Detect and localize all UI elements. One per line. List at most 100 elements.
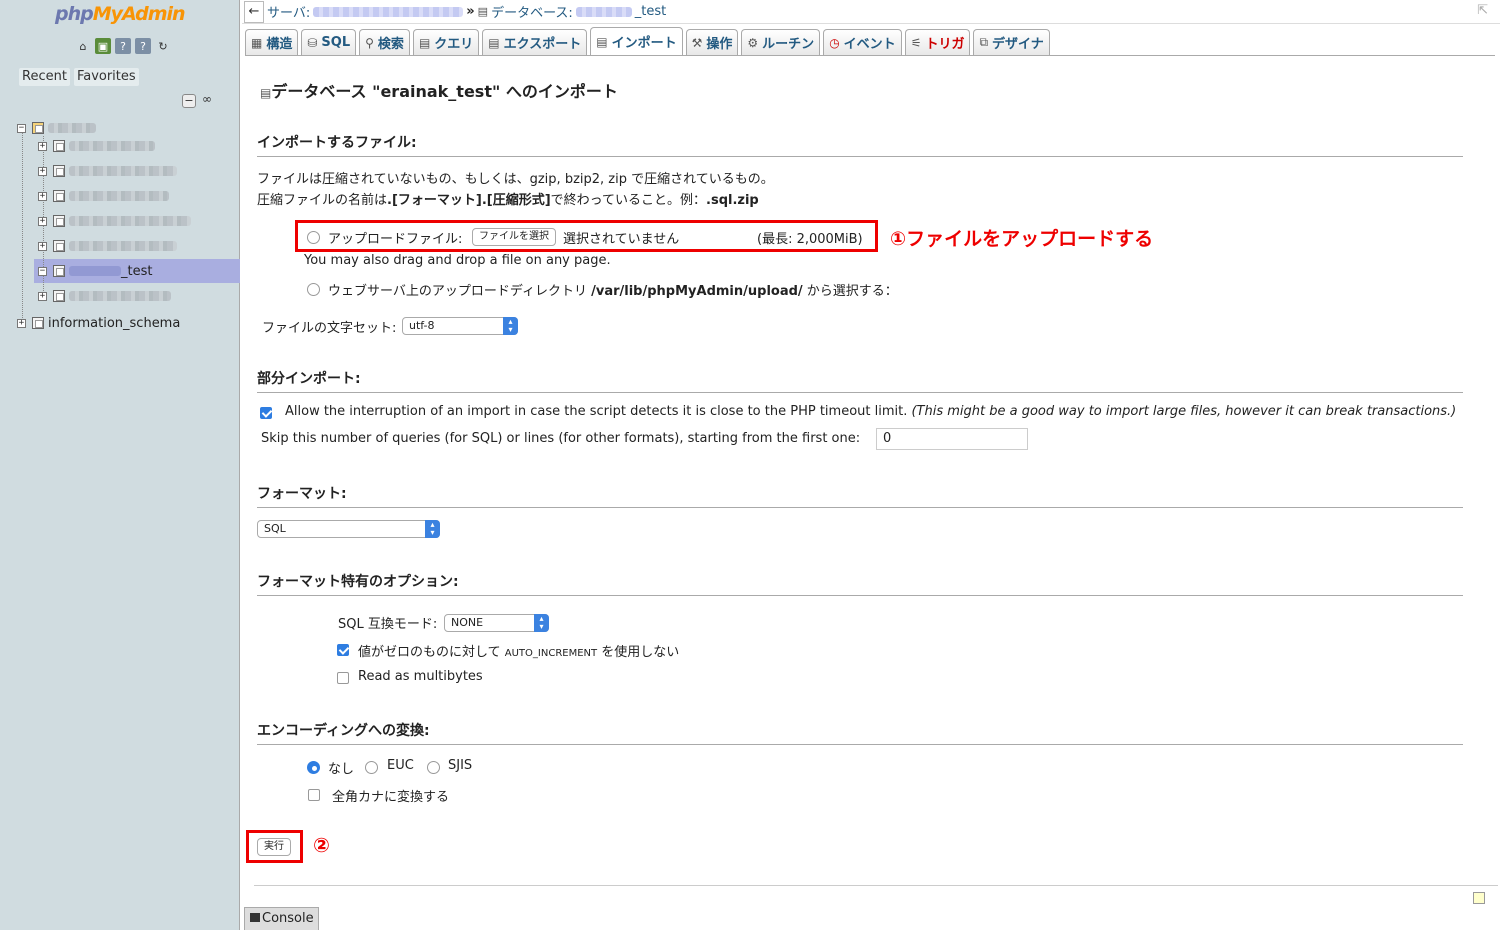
read-multibytes-label: Read as multibytes [358,669,483,684]
redacted-name [48,123,96,133]
collapse-icon[interactable]: − [17,123,26,133]
database-icon: ▤ [260,86,272,100]
sql-compat-label: SQL 互換モード: [338,617,438,632]
file-description-1: ファイルは圧縮されていないもの、もしくは、gzip, bzip2, zip で圧… [257,172,774,187]
section-encoding: エンコーディングへの変換: [257,720,1463,745]
tab-operations[interactable]: ⚒ 操作 [685,29,739,55]
skip-queries-label: Skip this number of queries (for SQL) or… [261,431,861,446]
tab-events[interactable]: ◷ イベント [823,29,902,55]
redacted-db [575,6,632,17]
tab-bar: ▦ 構造 ⛁ SQL ⚲ 検索 ▤ クエリ ▤ エクスポート ▤ インポート ⚒ 操作 ⚙ ルー… [245,27,1050,55]
top-breadcrumb-bar: ← サーバ: » ▤ データベース: _test ⇱ [242,0,1500,24]
maximize-icon[interactable]: ⇱ [1477,3,1488,18]
tab-routines[interactable]: ⚙ ルーチン [741,29,821,55]
database-icon [53,290,65,302]
nav-icon-bar: ⌂ ▣ ? ? ↻ [75,38,171,54]
tree-db-item-selected[interactable]: − _test [38,261,152,281]
redacted-name [69,141,155,151]
zenkaku-kana-label: 全角カナに変換する [332,790,450,805]
tree-db-item[interactable]: + [38,211,191,231]
routines-icon: ⚙ [747,35,759,50]
expand-icon[interactable]: + [38,191,47,201]
tree-db-item[interactable]: + [38,186,169,206]
expand-icon[interactable]: + [17,318,26,328]
redacted-name [69,216,191,226]
page-settings-icon[interactable] [1473,892,1485,904]
tab-import[interactable]: ▤ インポート [590,27,683,55]
collapse-icon[interactable]: − [38,266,47,276]
expand-icon[interactable]: + [38,241,47,251]
tab-sql[interactable]: ⛁ SQL [301,29,357,55]
phpmyadmin-logo[interactable]: phpMyAdmin [55,3,186,25]
no-auto-increment-label: 値がゼロのものに対して AUTO_INCREMENT を使用しない [358,645,680,660]
server-link[interactable]: サーバ: [267,2,310,21]
export-icon: ▤ [488,35,500,50]
database-link[interactable]: データベース: [491,2,573,21]
expand-icon[interactable]: + [38,291,47,301]
allow-interrupt-checkbox[interactable] [260,407,272,419]
sql-compat-select[interactable]: NONE ▴ ▾ [444,614,549,632]
tree-server-node[interactable]: − [17,118,96,138]
page-title: ▤データベース "erainak_test" へのインポート [260,82,618,101]
skip-queries-input[interactable]: 0 [876,428,1028,450]
read-multibytes-checkbox[interactable] [337,672,349,684]
console-icon [250,913,260,922]
database-icon: ▤ [477,5,489,18]
database-name-suffix[interactable]: _test [635,4,666,19]
back-arrow-icon[interactable]: ← [244,0,264,23]
redacted-name [69,166,177,176]
expand-icon[interactable]: + [38,216,47,226]
expand-icon[interactable]: + [38,166,47,176]
allow-interrupt-label: Allow the interruption of an import in c… [285,404,1457,419]
submit-button[interactable]: 実行 [257,838,291,856]
encoding-none-radio[interactable] [307,761,320,774]
tab-structure[interactable]: ▦ 構造 [245,29,299,55]
collapse-all-icon[interactable]: − [182,94,196,108]
drag-drop-hint: You may also drag and drop a file on any… [304,253,611,268]
console-toggle[interactable]: Console [244,907,319,930]
no-file-selected-text: 選択されていません [563,232,680,247]
encoding-euc-radio[interactable] [365,761,378,774]
docs-icon[interactable]: ? [115,38,131,54]
tab-query[interactable]: ▤ クエリ [412,29,480,55]
tree-info-schema-label: information_schema [48,315,181,331]
webserver-dir-radio[interactable] [307,283,320,296]
annotation-step-1: ①ファイルをアップロードする [890,228,1154,250]
exit-icon[interactable]: ▣ [95,38,111,54]
choose-file-button[interactable]: ファイルを選択 [472,228,556,246]
tab-search[interactable]: ⚲ 検索 [359,29,410,55]
tab-export[interactable]: ▤ エクスポート [482,29,588,55]
tree-db-item[interactable]: + [38,236,177,256]
tree-info-schema[interactable]: + information_schema [17,313,180,333]
tab-triggers[interactable]: ⚟ トリガ [904,29,971,55]
divider [254,885,1498,886]
select-arrow-icon: ▴ ▾ [425,520,440,538]
file-description-2: 圧縮ファイルの名前は.[フォーマット].[圧縮形式]で終わっていること。例：.s… [257,193,759,208]
structure-icon: ▦ [251,35,263,50]
import-icon: ▤ [596,34,608,49]
expand-icon[interactable]: + [38,141,47,151]
database-icon [53,165,65,177]
tab-designer[interactable]: ⧉ デザイナ [973,29,1050,55]
home-icon[interactable]: ⌂ [75,38,91,54]
link-with-main-icon[interactable]: ∞ [200,93,214,108]
favorites-tab[interactable]: Favorites [73,68,139,86]
zenkaku-kana-checkbox[interactable] [308,789,320,801]
tree-db-label: _test [121,263,153,279]
annotation-step-2: ② [313,833,330,857]
no-auto-increment-checkbox[interactable] [337,644,349,656]
encoding-sjis-radio[interactable] [427,761,440,774]
recent-tab[interactable]: Recent [19,68,70,86]
charset-select[interactable]: utf-8 ▴ ▾ [402,317,518,335]
sql-docs-icon[interactable]: ? [135,38,151,54]
reload-icon[interactable]: ↻ [155,38,171,54]
recent-favorites-tabs: Recent Favorites [19,68,139,86]
triggers-icon: ⚟ [910,35,922,50]
tree-db-item[interactable]: + [38,161,177,181]
database-icon [53,240,65,252]
tree-db-item[interactable]: + [38,286,171,306]
format-select[interactable]: SQL ▴ ▾ [257,520,440,538]
database-icon [53,215,65,227]
upload-file-radio[interactable] [307,231,320,244]
tree-db-item[interactable]: + [38,136,155,156]
